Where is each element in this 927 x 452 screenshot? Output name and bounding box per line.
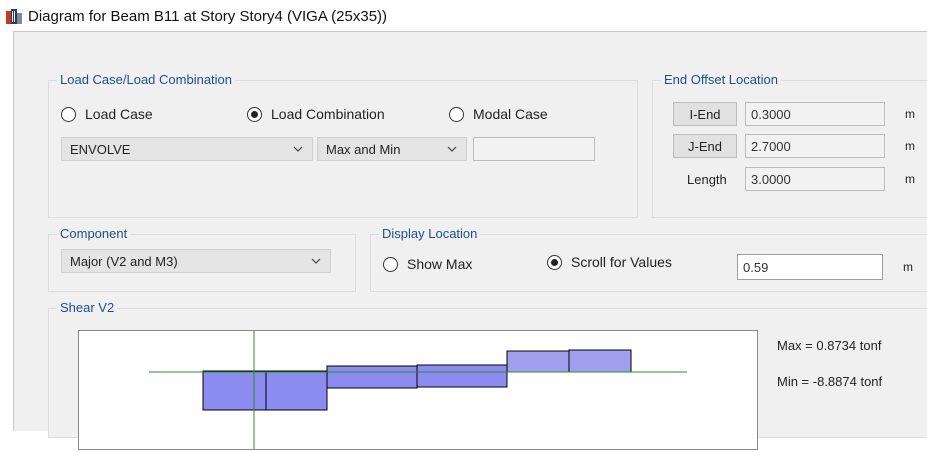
j-end-field[interactable]: 2.7000 <box>745 134 885 158</box>
component-group-title: Component <box>57 226 131 241</box>
i-end-unit: m <box>905 107 915 121</box>
type-select[interactable]: Max and Min <box>317 137 467 161</box>
j-end-unit: m <box>905 139 915 153</box>
radio-circle <box>449 106 464 122</box>
shear-v2-group-title: Shear V2 <box>57 300 118 315</box>
i-end-label: I-End <box>689 106 721 122</box>
scroll-value-unit: m <box>903 260 913 274</box>
title-bar: Diagram for Beam B11 at Story Story4 (VI… <box>0 0 927 30</box>
radio-circle-selected <box>547 254 562 270</box>
component-select[interactable]: Major (V2 and M3) <box>61 249 331 273</box>
length-unit: m <box>905 172 915 186</box>
shear-segment-4 <box>416 364 508 388</box>
chevron-down-icon <box>447 146 457 152</box>
end-offset-group-title: End Offset Location <box>661 72 781 87</box>
component-group: Component Major (V2 and M3) <box>48 226 356 292</box>
scroll-value-field[interactable]: 0.59 <box>737 254 883 280</box>
combination-select[interactable]: ENVOLVE <box>61 137 313 161</box>
type-select-value: Max and Min <box>326 141 401 157</box>
radio-show-max-label: Show Max <box>407 256 473 272</box>
shear-segment-2 <box>265 370 328 411</box>
scroll-value: 0.59 <box>743 259 769 275</box>
shear-segment-3 <box>326 365 418 389</box>
radio-load-combination-label: Load Combination <box>271 106 385 122</box>
j-end-label: J-End <box>688 138 722 154</box>
i-end-button[interactable]: I-End <box>673 102 737 126</box>
shear-segment-6 <box>568 349 632 373</box>
length-label: Length <box>687 172 727 187</box>
shear-diagram-canvas <box>78 330 758 450</box>
i-end-field[interactable]: 0.3000 <box>745 102 885 126</box>
window-title: Diagram for Beam B11 at Story Story4 (VI… <box>28 8 388 25</box>
shear-segment-5 <box>506 350 570 373</box>
extra-value-field[interactable] <box>473 137 595 161</box>
component-select-value: Major (V2 and M3) <box>70 253 178 269</box>
shear-max-value: Max = 0.8734 tonf <box>777 338 882 353</box>
display-location-group: Display Location Show Max Scroll for Val… <box>370 226 927 292</box>
load-case-group: Load Case/Load Combination Load Case Loa… <box>48 72 638 218</box>
combination-select-value: ENVOLVE <box>70 141 131 157</box>
display-location-group-title: Display Location <box>379 226 481 241</box>
radio-circle <box>61 106 76 122</box>
shear-min-value: Min = -8.8874 tonf <box>777 374 883 389</box>
dialog-client-area: Load Case/Load Combination Load Case Loa… <box>13 31 927 450</box>
radio-modal-case[interactable]: Modal Case <box>449 106 548 122</box>
length-field: 3.0000 <box>745 167 885 191</box>
radio-scroll-for-values[interactable]: Scroll for Values <box>547 254 672 270</box>
radio-circle <box>383 256 398 272</box>
radio-modal-case-label: Modal Case <box>473 106 548 122</box>
radio-load-case[interactable]: Load Case <box>61 106 153 122</box>
radio-circle-selected <box>247 106 262 122</box>
chevron-down-icon <box>311 258 321 264</box>
radio-show-max[interactable]: Show Max <box>383 256 472 272</box>
j-end-value: 2.7000 <box>751 138 791 154</box>
shear-segment-1 <box>202 370 267 411</box>
app-window-icon <box>6 9 22 24</box>
radio-scroll-label: Scroll for Values <box>571 254 672 270</box>
shear-diagram-svg <box>149 331 687 449</box>
radio-load-combination[interactable]: Load Combination <box>247 106 385 122</box>
length-value: 3.0000 <box>751 171 791 187</box>
j-end-button[interactable]: J-End <box>673 134 737 158</box>
end-offset-group: End Offset Location I-End 0.3000 m J-End… <box>652 72 927 218</box>
i-end-value: 0.3000 <box>751 106 791 122</box>
load-case-group-title: Load Case/Load Combination <box>57 72 236 87</box>
radio-load-case-label: Load Case <box>85 106 153 122</box>
chevron-down-icon <box>293 146 303 152</box>
